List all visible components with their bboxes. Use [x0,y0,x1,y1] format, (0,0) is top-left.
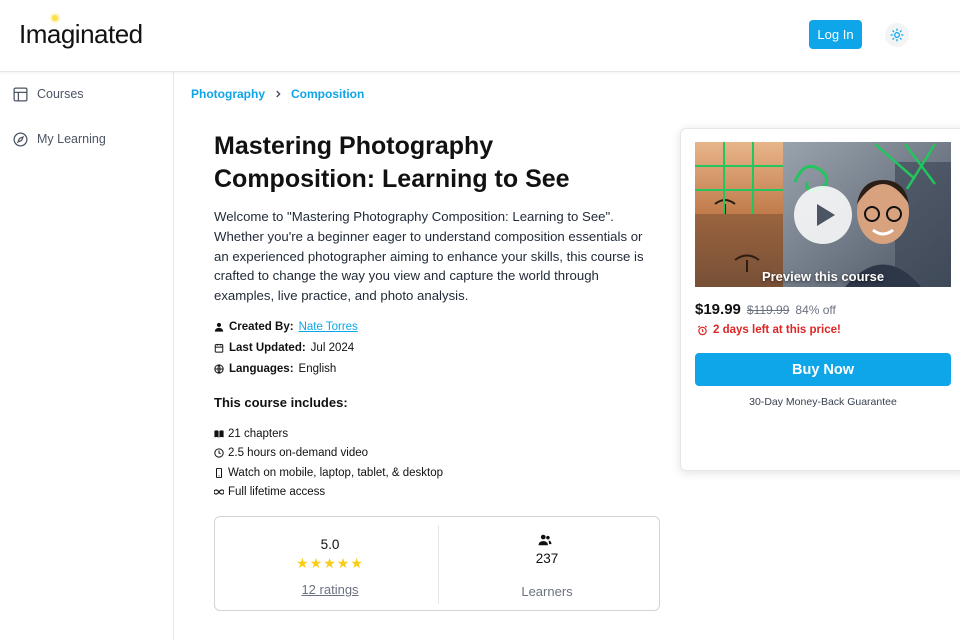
include-text: 2.5 hours on-demand video [228,447,369,459]
course-preview-video[interactable]: Preview this course [695,142,951,287]
sidebar: Courses My Learning [0,72,174,640]
book-icon [214,430,224,438]
course-description: Welcome to "Mastering Photography Compos… [214,209,644,304]
preview-label: Preview this course [761,269,885,284]
last-updated-value: Jul 2024 [310,342,355,354]
mobile-icon [216,468,222,478]
logo-light-dot [52,15,58,21]
include-text: 21 chapters [228,428,289,440]
include-item-access: Full lifetime access [214,486,325,498]
include-item-devices: Watch on mobile, laptop, tablet, & deskt… [214,467,443,479]
infinity-icon [214,489,224,495]
learners-count: 237 [535,551,559,566]
compass-icon [13,131,28,147]
last-updated-label: Last Updated: [229,342,306,354]
original-price: $119.99 [746,303,790,317]
course-title: Mastering Photography Composition: Learn… [214,132,570,193]
price-row: $19.99 $119.99 84% off [695,301,836,318]
includes-title: This course includes: [214,395,348,410]
users-icon [538,534,552,546]
calendar-icon [214,343,224,353]
languages-row: Languages: English [214,363,336,375]
sidebar-item-label: My Learning [37,132,106,146]
stats-box: 5.0 ★★★★★ 12 ratings 237 Learners [214,516,660,611]
deadline-notice: 2 days left at this price! [697,324,841,336]
sidebar-item-label: Courses [37,87,84,101]
globe-icon [214,364,224,374]
include-text: Watch on mobile, laptop, tablet, & deskt… [228,467,444,479]
include-text: Full lifetime access [228,486,326,498]
sidebar-item-my-learning[interactable]: My Learning [12,128,106,150]
user-icon [214,322,224,332]
chevron-right-icon [276,90,281,98]
deadline-text: 2 days left at this price! [713,324,841,336]
sun-icon [890,28,904,42]
play-icon [817,204,835,226]
purchase-card: Preview this course $19.99 $119.99 84% o… [680,128,960,471]
current-price: $19.99 [695,301,741,318]
buy-now-button[interactable]: Buy Now [695,353,951,386]
breadcrumb-photography[interactable]: Photography [191,87,265,101]
include-item-chapters: 21 chapters [214,428,288,440]
created-by-row: Created By: Nate Torres [214,321,358,333]
languages-value: English [298,363,337,375]
last-updated-row: Last Updated: Jul 2024 [214,342,354,354]
login-button[interactable]: Log In [809,20,862,49]
instructor-link[interactable]: Nate Torres [299,321,358,333]
theme-toggle-button[interactable] [885,23,909,47]
languages-label: Languages: [229,363,294,375]
breadcrumb: Photography Composition [191,87,364,101]
breadcrumb-composition[interactable]: Composition [291,87,364,101]
rating-stars: ★★★★★ [296,555,364,571]
clock-icon [214,448,224,458]
play-button[interactable] [794,186,852,244]
rating-value: 5.0 [320,537,340,552]
ratings-link[interactable]: 12 ratings [215,582,445,597]
include-item-video: 2.5 hours on-demand video [214,447,368,459]
money-back-guarantee: 30-Day Money-Back Guarantee [749,396,897,408]
alarm-clock-icon [697,324,708,335]
sidebar-item-courses[interactable]: Courses [12,83,84,105]
discount-label: 84% off [795,303,836,317]
logo[interactable]: Imaginated [19,19,143,50]
top-bar: Imaginated Log In [0,0,960,72]
learners-label: Learners [521,584,573,599]
layout-icon [13,86,28,102]
created-by-label: Created By: [229,321,294,333]
